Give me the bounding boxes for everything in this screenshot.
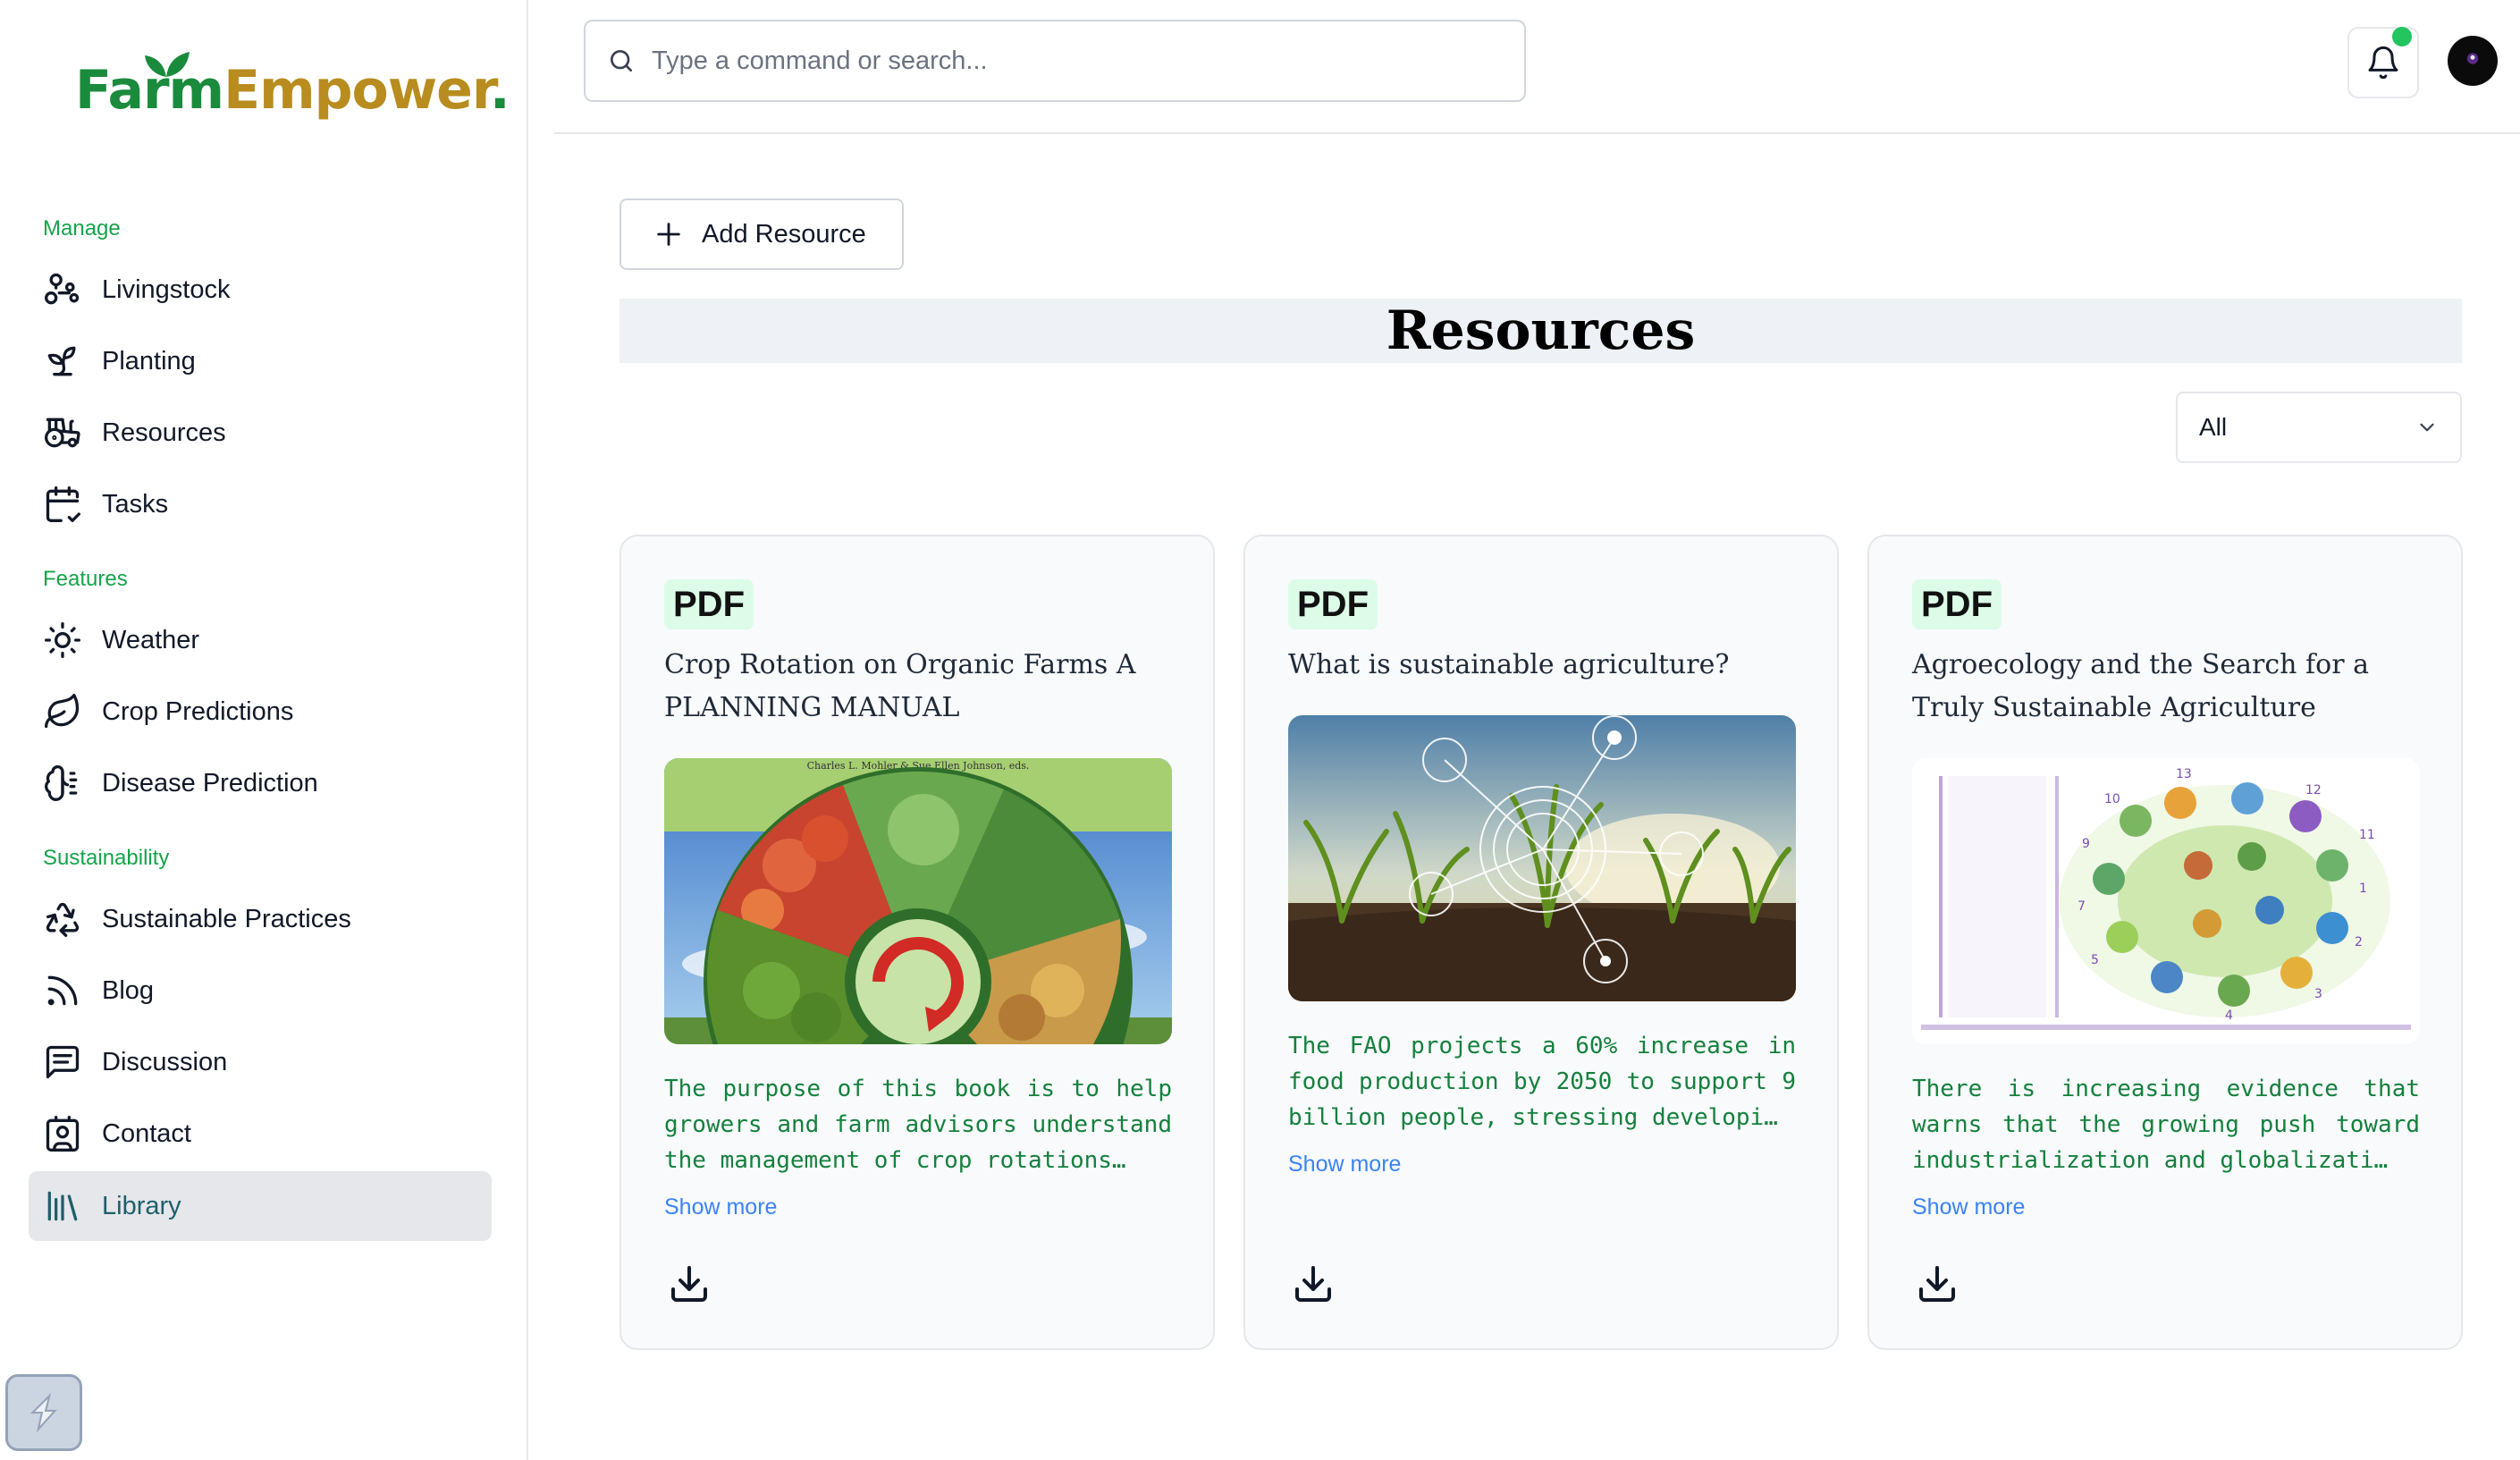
- resource-card: PDF Agroecology and the Search for a Tru…: [1867, 535, 2463, 1350]
- filter-selected-value: All: [2199, 413, 2228, 441]
- download-icon[interactable]: [1916, 1262, 1959, 1305]
- sidebar-item-label: Resources: [102, 418, 226, 447]
- download-icon[interactable]: [668, 1262, 711, 1305]
- sustainable-farming-illustration: [1288, 715, 1796, 1001]
- search-icon: [611, 50, 632, 72]
- svg-text:9: 9: [2082, 837, 2090, 851]
- show-more-link[interactable]: Show more: [664, 1194, 777, 1220]
- sidebar: FarmEmpower. Manage Livingstock Planting…: [0, 0, 528, 1460]
- svg-text:13: 13: [2176, 767, 2192, 781]
- sidebar-item-crop-predictions[interactable]: Crop Predictions: [29, 677, 492, 747]
- leaf-logo-icon: [145, 52, 190, 80]
- search-bar[interactable]: [584, 20, 1526, 102]
- resource-title: Agroecology and the Search for a Truly S…: [1912, 649, 2369, 723]
- sidebar-item-library[interactable]: Library: [29, 1171, 492, 1241]
- resource-card: PDF Crop Rotation on Organic Farms A PLA…: [619, 535, 1215, 1350]
- sidebar-item-label: Livingstock: [102, 274, 231, 304]
- sidebar-item-label: Blog: [102, 975, 155, 1005]
- chevron-down-icon: [2420, 423, 2434, 432]
- sidebar-item-label: Crop Predictions: [102, 696, 294, 726]
- show-more-link[interactable]: Show more: [1288, 1152, 1401, 1177]
- svg-text:5: 5: [2091, 953, 2099, 967]
- brand-name-part2: Empower: [223, 59, 491, 122]
- leaf-icon: [45, 694, 80, 729]
- svg-text:3: 3: [2314, 987, 2322, 1001]
- resource-description: The purpose of this book is to help grow…: [664, 1076, 1172, 1174]
- rss-icon: [47, 975, 78, 1006]
- resource-cover-image[interactable]: 13 12 11 123 457 9 10: [1912, 758, 2420, 1044]
- agroecology-diagram-illustration: 131211 123 457 910: [1912, 758, 2420, 1044]
- livestock-icon: [45, 273, 80, 305]
- resource-title: What is sustainable agriculture?: [1288, 649, 1730, 680]
- dev-tools-badge[interactable]: [5, 1374, 82, 1451]
- sidebar-item-tasks[interactable]: Tasks: [29, 469, 492, 539]
- notifications-button[interactable]: [2347, 27, 2419, 98]
- sidebar-item-label: Discussion: [102, 1047, 228, 1076]
- sidebar-item-label: Library: [102, 1191, 181, 1220]
- section-sustainability: Sustainability: [43, 846, 170, 870]
- resource-title: Crop Rotation on Organic Farms A PLANNIN…: [664, 649, 1136, 723]
- resource-cover-image[interactable]: [1288, 715, 1796, 1001]
- section-manage: Manage: [43, 216, 121, 241]
- sidebar-item-contact[interactable]: Contact: [29, 1099, 492, 1169]
- sidebar-item-discussion[interactable]: Discussion: [29, 1027, 492, 1097]
- plus-icon: [657, 223, 680, 246]
- book-cover-illustration: Charles L. Mohler & Sue Ellen Johnson, e…: [664, 758, 1172, 1044]
- download-icon[interactable]: [1292, 1262, 1335, 1305]
- svg-text:11: 11: [2359, 828, 2375, 842]
- page-title: Resources: [1386, 300, 1696, 362]
- sidebar-item-resources[interactable]: Resources: [29, 398, 492, 468]
- resource-cover-image[interactable]: Charles L. Mohler & Sue Ellen Johnson, e…: [664, 758, 1172, 1044]
- bell-icon: [2368, 46, 2398, 80]
- sidebar-item-sustainable-practices[interactable]: Sustainable Practices: [29, 884, 492, 954]
- recycle-icon: [46, 902, 80, 937]
- sidebar-item-label: Weather: [102, 625, 200, 654]
- sprout-icon: [47, 346, 76, 376]
- svg-text:10: 10: [2104, 792, 2120, 806]
- sun-icon: [45, 622, 80, 658]
- resource-description: There is increasing evidence that warns …: [1912, 1076, 2420, 1174]
- svg-text:4: 4: [2225, 1008, 2233, 1023]
- brand-logo[interactable]: FarmEmpower.: [75, 52, 510, 122]
- section-features: Features: [43, 567, 128, 591]
- sidebar-item-label: Sustainable Practices: [102, 904, 351, 933]
- file-type-badge: PDF: [1288, 579, 1378, 629]
- bolt-logo-icon: [29, 1392, 57, 1433]
- sidebar-item-label: Tasks: [102, 489, 169, 519]
- resource-description: The FAO projects a 60% increase in food …: [1288, 1033, 1796, 1131]
- sidebar-item-disease-prediction[interactable]: Disease Prediction: [29, 748, 492, 818]
- calendar-check-icon: [46, 486, 80, 522]
- sidebar-item-livingstock[interactable]: Livingstock: [29, 255, 492, 325]
- page-title-bar: Resources: [619, 299, 2462, 363]
- add-resource-button[interactable]: Add Resource: [619, 198, 904, 270]
- brand-dot: .: [489, 59, 510, 122]
- notification-dot: [2392, 27, 2412, 46]
- sidebar-item-label: Contact: [102, 1118, 191, 1148]
- user-avatar[interactable]: [2448, 36, 2498, 86]
- resource-card: PDF What is sustainable agriculture? The…: [1243, 535, 1839, 1350]
- svg-text:7: 7: [2078, 899, 2086, 914]
- sidebar-item-blog[interactable]: Blog: [29, 956, 492, 1025]
- add-resource-label: Add Resource: [702, 219, 866, 249]
- brain-icon: [45, 765, 78, 801]
- svg-text:12: 12: [2305, 783, 2322, 798]
- library-icon: [47, 1191, 78, 1221]
- search-input[interactable]: [652, 46, 1456, 76]
- category-filter-select[interactable]: All: [2176, 392, 2462, 463]
- sidebar-item-weather[interactable]: Weather: [29, 605, 492, 675]
- file-type-badge: PDF: [664, 579, 754, 629]
- avatar-image: [2466, 53, 2479, 64]
- sidebar-item-planting[interactable]: Planting: [29, 326, 492, 396]
- sidebar-item-label: Planting: [102, 346, 196, 376]
- tractor-icon: [45, 418, 80, 448]
- file-type-badge: PDF: [1912, 579, 2002, 629]
- svg-text:1: 1: [2359, 882, 2367, 896]
- svg-text:2: 2: [2355, 935, 2363, 949]
- message-square-icon: [46, 1045, 80, 1079]
- show-more-link[interactable]: Show more: [1912, 1194, 2025, 1220]
- sidebar-item-label: Disease Prediction: [102, 768, 318, 798]
- contact-icon: [46, 1116, 80, 1152]
